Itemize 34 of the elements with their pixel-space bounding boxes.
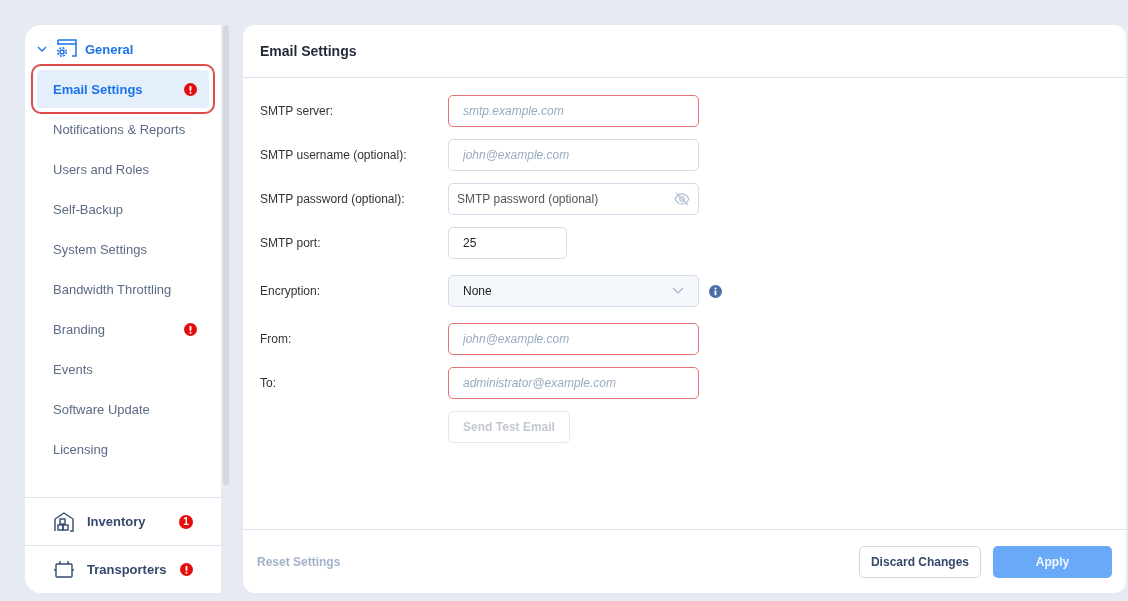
sidebar-item[interactable]: System Settings	[37, 230, 209, 268]
boxes-icon	[53, 510, 75, 533]
panel-title: Email Settings	[243, 25, 1126, 78]
field-label: SMTP port:	[260, 236, 322, 250]
field-label: Encryption:	[260, 284, 322, 298]
field-label: From:	[260, 332, 293, 346]
sidebar-item[interactable]: Software Update	[37, 390, 209, 428]
password-field[interactable]: SMTP password (optional)	[448, 183, 699, 215]
sidebar-section[interactable]: Transporters	[25, 545, 221, 593]
field-label: To:	[260, 376, 277, 390]
port-field[interactable]: 25	[448, 227, 567, 259]
sidebar-item[interactable]: Users and Roles	[37, 150, 209, 188]
general-group-header[interactable]: General	[25, 25, 221, 69]
text-field[interactable]: smtp.example.com	[448, 95, 699, 127]
settings-icon	[55, 39, 77, 59]
sidebar-item[interactable]: Events	[37, 350, 209, 388]
sidebar-item[interactable]: Bandwidth Throttling	[37, 270, 209, 308]
field-label: SMTP username (optional):	[260, 148, 408, 162]
sidebar-item[interactable]: Branding	[37, 310, 209, 348]
chevron-down-icon	[672, 287, 684, 295]
count-badge: 1	[179, 514, 193, 529]
field-label: SMTP server:	[260, 104, 335, 118]
encryption-dropdown[interactable]: None	[448, 275, 699, 307]
chevron-icon	[37, 44, 47, 54]
chip-icon	[53, 558, 75, 581]
sidebar-section[interactable]: Inventory 1	[25, 497, 221, 545]
field-label: SMTP password (optional):	[260, 192, 406, 206]
sidebar-item[interactable]: Notifications & Reports	[37, 110, 209, 148]
discard-changes-button[interactable]: Discard Changes	[858, 545, 981, 578]
text-field[interactable]: administrator@example.com	[448, 367, 699, 399]
sidebar-item[interactable]: Self-Backup	[37, 190, 209, 228]
sidebar-item[interactable]: Licensing	[37, 430, 209, 468]
info-icon[interactable]	[709, 284, 722, 298]
eye-slash-icon[interactable]	[674, 192, 690, 206]
